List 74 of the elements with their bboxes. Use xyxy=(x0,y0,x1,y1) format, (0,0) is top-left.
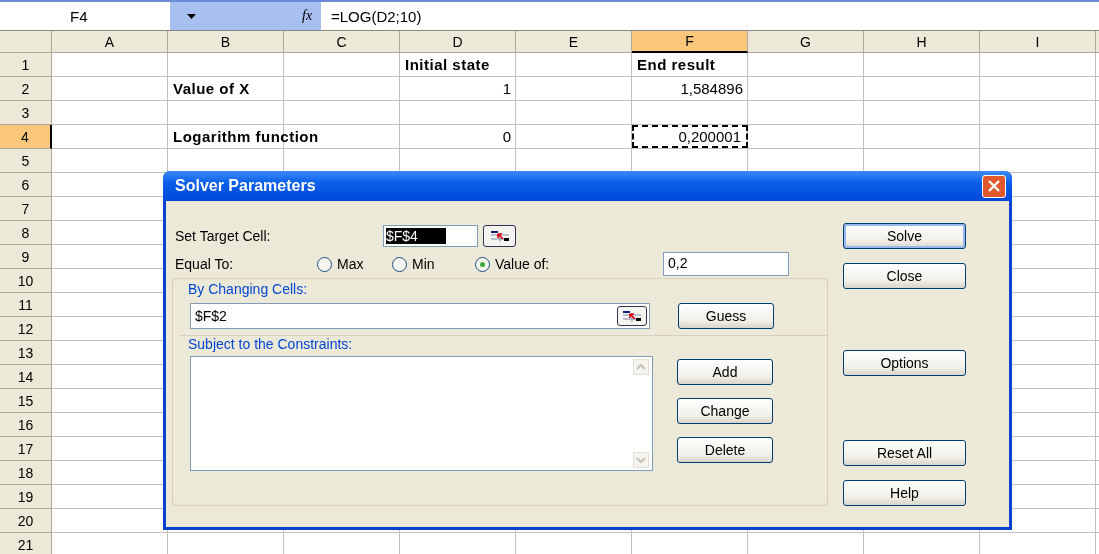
column-header[interactable]: I xyxy=(980,31,1096,53)
row-header[interactable]: 9 xyxy=(0,245,52,269)
row-header[interactable]: 8 xyxy=(0,221,52,245)
column-header[interactable]: G xyxy=(748,31,864,53)
range-picker-button[interactable] xyxy=(617,306,647,326)
function-label[interactable]: fx xyxy=(302,2,321,30)
row-header[interactable]: 16 xyxy=(0,413,52,437)
field-label: Set Target Cell: xyxy=(175,228,272,244)
scroll-down-icon[interactable] xyxy=(633,452,649,468)
close-button[interactable] xyxy=(982,174,1006,198)
scroll-up-icon[interactable] xyxy=(633,359,649,375)
constraint-button[interactable]: Delete xyxy=(677,437,773,463)
column-header[interactable]: C xyxy=(284,31,400,53)
range-picker-button[interactable] xyxy=(483,225,516,247)
dialog-button[interactable]: Close xyxy=(843,263,966,289)
table-cell-text: 1 xyxy=(501,79,512,99)
dialog-title: Solver Parameters xyxy=(175,177,316,195)
row-header[interactable]: 21 xyxy=(0,533,52,554)
column-header[interactable]: A xyxy=(52,31,168,53)
dialog-button[interactable]: Options xyxy=(843,350,966,376)
table-cell-text: Logarithm function xyxy=(172,127,320,147)
row-header[interactable]: 19 xyxy=(0,485,52,509)
constraint-button[interactable]: Add xyxy=(677,359,773,385)
row-header[interactable]: 14 xyxy=(0,365,52,389)
row-header[interactable]: 13 xyxy=(0,341,52,365)
row-header[interactable]: 17 xyxy=(0,437,52,461)
row-header[interactable]: 18 xyxy=(0,461,52,485)
table-cell-text: Value of X xyxy=(172,79,251,99)
field-label: Equal To: xyxy=(175,256,235,272)
group-label: By Changing Cells: xyxy=(188,281,308,297)
row-header[interactable]: 7 xyxy=(0,197,52,221)
column-header[interactable]: E xyxy=(516,31,632,53)
table-cell-text: 0 xyxy=(501,127,512,147)
caret-icon xyxy=(187,13,196,19)
row-header[interactable]: 20 xyxy=(0,509,52,533)
row-header[interactable]: 1 xyxy=(0,53,52,77)
dialog-button[interactable]: Help xyxy=(843,480,966,506)
changing-cells-field[interactable]: $F$2 xyxy=(190,303,650,329)
range-picker-icon xyxy=(622,310,642,322)
row-header[interactable]: 15 xyxy=(0,389,52,413)
table-cell: 0,200001 xyxy=(632,125,748,148)
radio-button[interactable]: Max xyxy=(317,256,392,272)
column-header[interactable]: F xyxy=(632,31,748,53)
constraint-button[interactable]: Change xyxy=(677,398,773,424)
table-cell-text: Initial state xyxy=(404,55,491,75)
row-header[interactable]: 10 xyxy=(0,269,52,293)
range-picker-icon xyxy=(489,230,510,242)
guess-button[interactable]: Guess xyxy=(678,303,774,329)
field-value: $F$4 xyxy=(386,228,446,244)
group-label: Subject to the Constraints: xyxy=(188,336,353,352)
row-header[interactable]: 6 xyxy=(0,173,52,197)
dialog-button[interactable]: Solve xyxy=(843,223,966,249)
row-header[interactable]: 12 xyxy=(0,317,52,341)
column-header[interactable]: H xyxy=(864,31,980,53)
row-header[interactable]: 11 xyxy=(0,293,52,317)
value-field[interactable]: 0,2 xyxy=(663,252,789,276)
row-header[interactable]: 2 xyxy=(0,77,52,101)
formula-field[interactable]: =LOG(D2;10) xyxy=(321,2,1099,30)
name-box[interactable]: F4 xyxy=(0,2,170,30)
select-all-corner[interactable] xyxy=(0,31,52,53)
target-cell-field[interactable]: $F$4 xyxy=(383,225,478,247)
table-cell-text: End result xyxy=(636,55,717,75)
table-cell-text: 1,584896 xyxy=(679,79,744,99)
column-header[interactable]: B xyxy=(168,31,284,53)
row-header[interactable]: 3 xyxy=(0,101,52,125)
dialog-button[interactable]: Reset All xyxy=(843,440,966,466)
row-header[interactable]: 4 xyxy=(0,125,52,149)
close-icon xyxy=(988,180,1000,192)
radio-button[interactable]: Min xyxy=(392,256,475,272)
row-header[interactable]: 5 xyxy=(0,149,52,173)
field-value: $F$2 xyxy=(195,308,227,324)
radio-button[interactable]: Value of: xyxy=(475,256,663,272)
column-header[interactable]: D xyxy=(400,31,516,53)
constraints-list[interactable] xyxy=(190,356,653,471)
